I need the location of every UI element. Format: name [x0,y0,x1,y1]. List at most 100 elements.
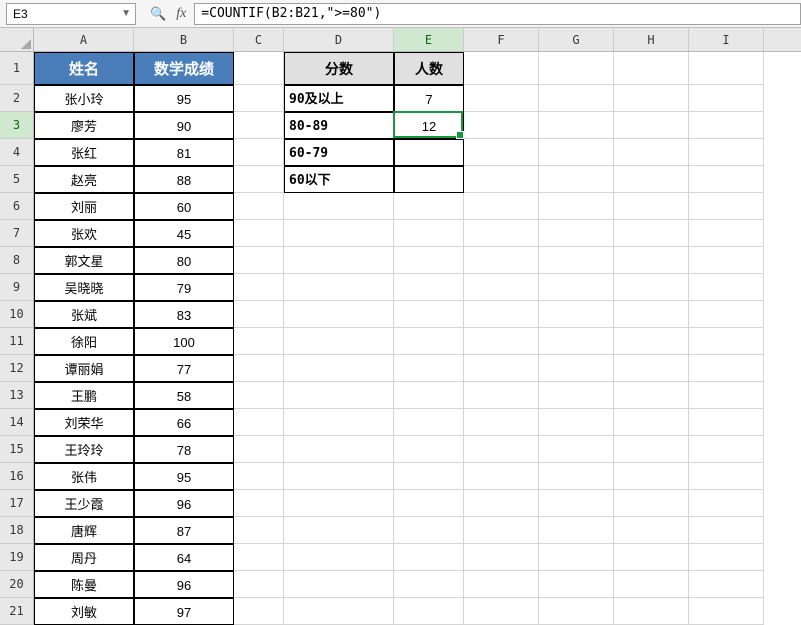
cell-C10[interactable] [234,301,284,328]
cell-F13[interactable] [464,382,539,409]
cell-H11[interactable] [614,328,689,355]
cell-D13[interactable] [284,382,394,409]
column-header-A[interactable]: A [34,28,134,51]
cell-H8[interactable] [614,247,689,274]
row-header[interactable]: 8 [0,247,34,274]
cell-H12[interactable] [614,355,689,382]
cell-A15[interactable]: 王玲玲 [34,436,134,463]
cell-E5[interactable] [394,166,464,193]
cell-F17[interactable] [464,490,539,517]
cell-I3[interactable] [689,112,764,139]
cell-D16[interactable] [284,463,394,490]
cell-I1[interactable] [689,52,764,85]
row-header[interactable]: 17 [0,490,34,517]
cell-G2[interactable] [539,85,614,112]
cell-C20[interactable] [234,571,284,598]
cell-A1[interactable]: 姓名 [34,52,134,85]
cell-D2[interactable]: 90及以上 [284,85,394,112]
cell-D19[interactable] [284,544,394,571]
cell-G11[interactable] [539,328,614,355]
cell-H17[interactable] [614,490,689,517]
cell-C9[interactable] [234,274,284,301]
cell-F1[interactable] [464,52,539,85]
cell-E10[interactable] [394,301,464,328]
cell-A3[interactable]: 廖芳 [34,112,134,139]
cell-A12[interactable]: 谭丽娟 [34,355,134,382]
cell-B12[interactable]: 77 [134,355,234,382]
cell-C4[interactable] [234,139,284,166]
cell-I10[interactable] [689,301,764,328]
cell-G9[interactable] [539,274,614,301]
cell-A14[interactable]: 刘荣华 [34,409,134,436]
cell-F18[interactable] [464,517,539,544]
cell-G7[interactable] [539,220,614,247]
row-header[interactable]: 21 [0,598,34,625]
cell-B11[interactable]: 100 [134,328,234,355]
cell-H4[interactable] [614,139,689,166]
cell-B18[interactable]: 87 [134,517,234,544]
cell-B3[interactable]: 90 [134,112,234,139]
cell-B16[interactable]: 95 [134,463,234,490]
cell-E15[interactable] [394,436,464,463]
chevron-down-icon[interactable]: ▼ [121,8,131,19]
cell-H7[interactable] [614,220,689,247]
cell-H20[interactable] [614,571,689,598]
cell-H14[interactable] [614,409,689,436]
cell-C13[interactable] [234,382,284,409]
cell-I12[interactable] [689,355,764,382]
cell-I5[interactable] [689,166,764,193]
cell-A18[interactable]: 唐辉 [34,517,134,544]
row-header[interactable]: 9 [0,274,34,301]
column-header-D[interactable]: D [284,28,394,51]
cell-B19[interactable]: 64 [134,544,234,571]
cell-B8[interactable]: 80 [134,247,234,274]
cell-D1[interactable]: 分数 [284,52,394,85]
cell-I21[interactable] [689,598,764,625]
cell-G1[interactable] [539,52,614,85]
cell-G8[interactable] [539,247,614,274]
zoom-icon[interactable]: 🔍 [150,6,166,22]
cell-H16[interactable] [614,463,689,490]
cell-H19[interactable] [614,544,689,571]
cell-E9[interactable] [394,274,464,301]
cell-F6[interactable] [464,193,539,220]
cell-H21[interactable] [614,598,689,625]
cell-C15[interactable] [234,436,284,463]
cell-B2[interactable]: 95 [134,85,234,112]
cell-E8[interactable] [394,247,464,274]
cell-H18[interactable] [614,517,689,544]
cell-I20[interactable] [689,571,764,598]
cell-E11[interactable] [394,328,464,355]
formula-input[interactable]: =COUNTIF(B2:B21,">=80") [194,3,801,25]
cell-D14[interactable] [284,409,394,436]
cell-B17[interactable]: 96 [134,490,234,517]
cell-H5[interactable] [614,166,689,193]
cell-E7[interactable] [394,220,464,247]
cell-H1[interactable] [614,52,689,85]
cell-D20[interactable] [284,571,394,598]
cell-G20[interactable] [539,571,614,598]
row-header[interactable]: 7 [0,220,34,247]
cell-I9[interactable] [689,274,764,301]
cell-D21[interactable] [284,598,394,625]
cell-D9[interactable] [284,274,394,301]
cell-E4[interactable] [394,139,464,166]
cell-A2[interactable]: 张小玲 [34,85,134,112]
cell-B4[interactable]: 81 [134,139,234,166]
cell-E17[interactable] [394,490,464,517]
row-header[interactable]: 1 [0,52,34,85]
cell-C12[interactable] [234,355,284,382]
cell-D7[interactable] [284,220,394,247]
cell-B20[interactable]: 96 [134,571,234,598]
cell-B9[interactable]: 79 [134,274,234,301]
row-header[interactable]: 20 [0,571,34,598]
cell-A10[interactable]: 张斌 [34,301,134,328]
cell-G10[interactable] [539,301,614,328]
cell-D18[interactable] [284,517,394,544]
column-header-I[interactable]: I [689,28,764,51]
row-header[interactable]: 11 [0,328,34,355]
cell-G19[interactable] [539,544,614,571]
cell-B13[interactable]: 58 [134,382,234,409]
cell-I19[interactable] [689,544,764,571]
cell-D3[interactable]: 80-89 [284,112,394,139]
